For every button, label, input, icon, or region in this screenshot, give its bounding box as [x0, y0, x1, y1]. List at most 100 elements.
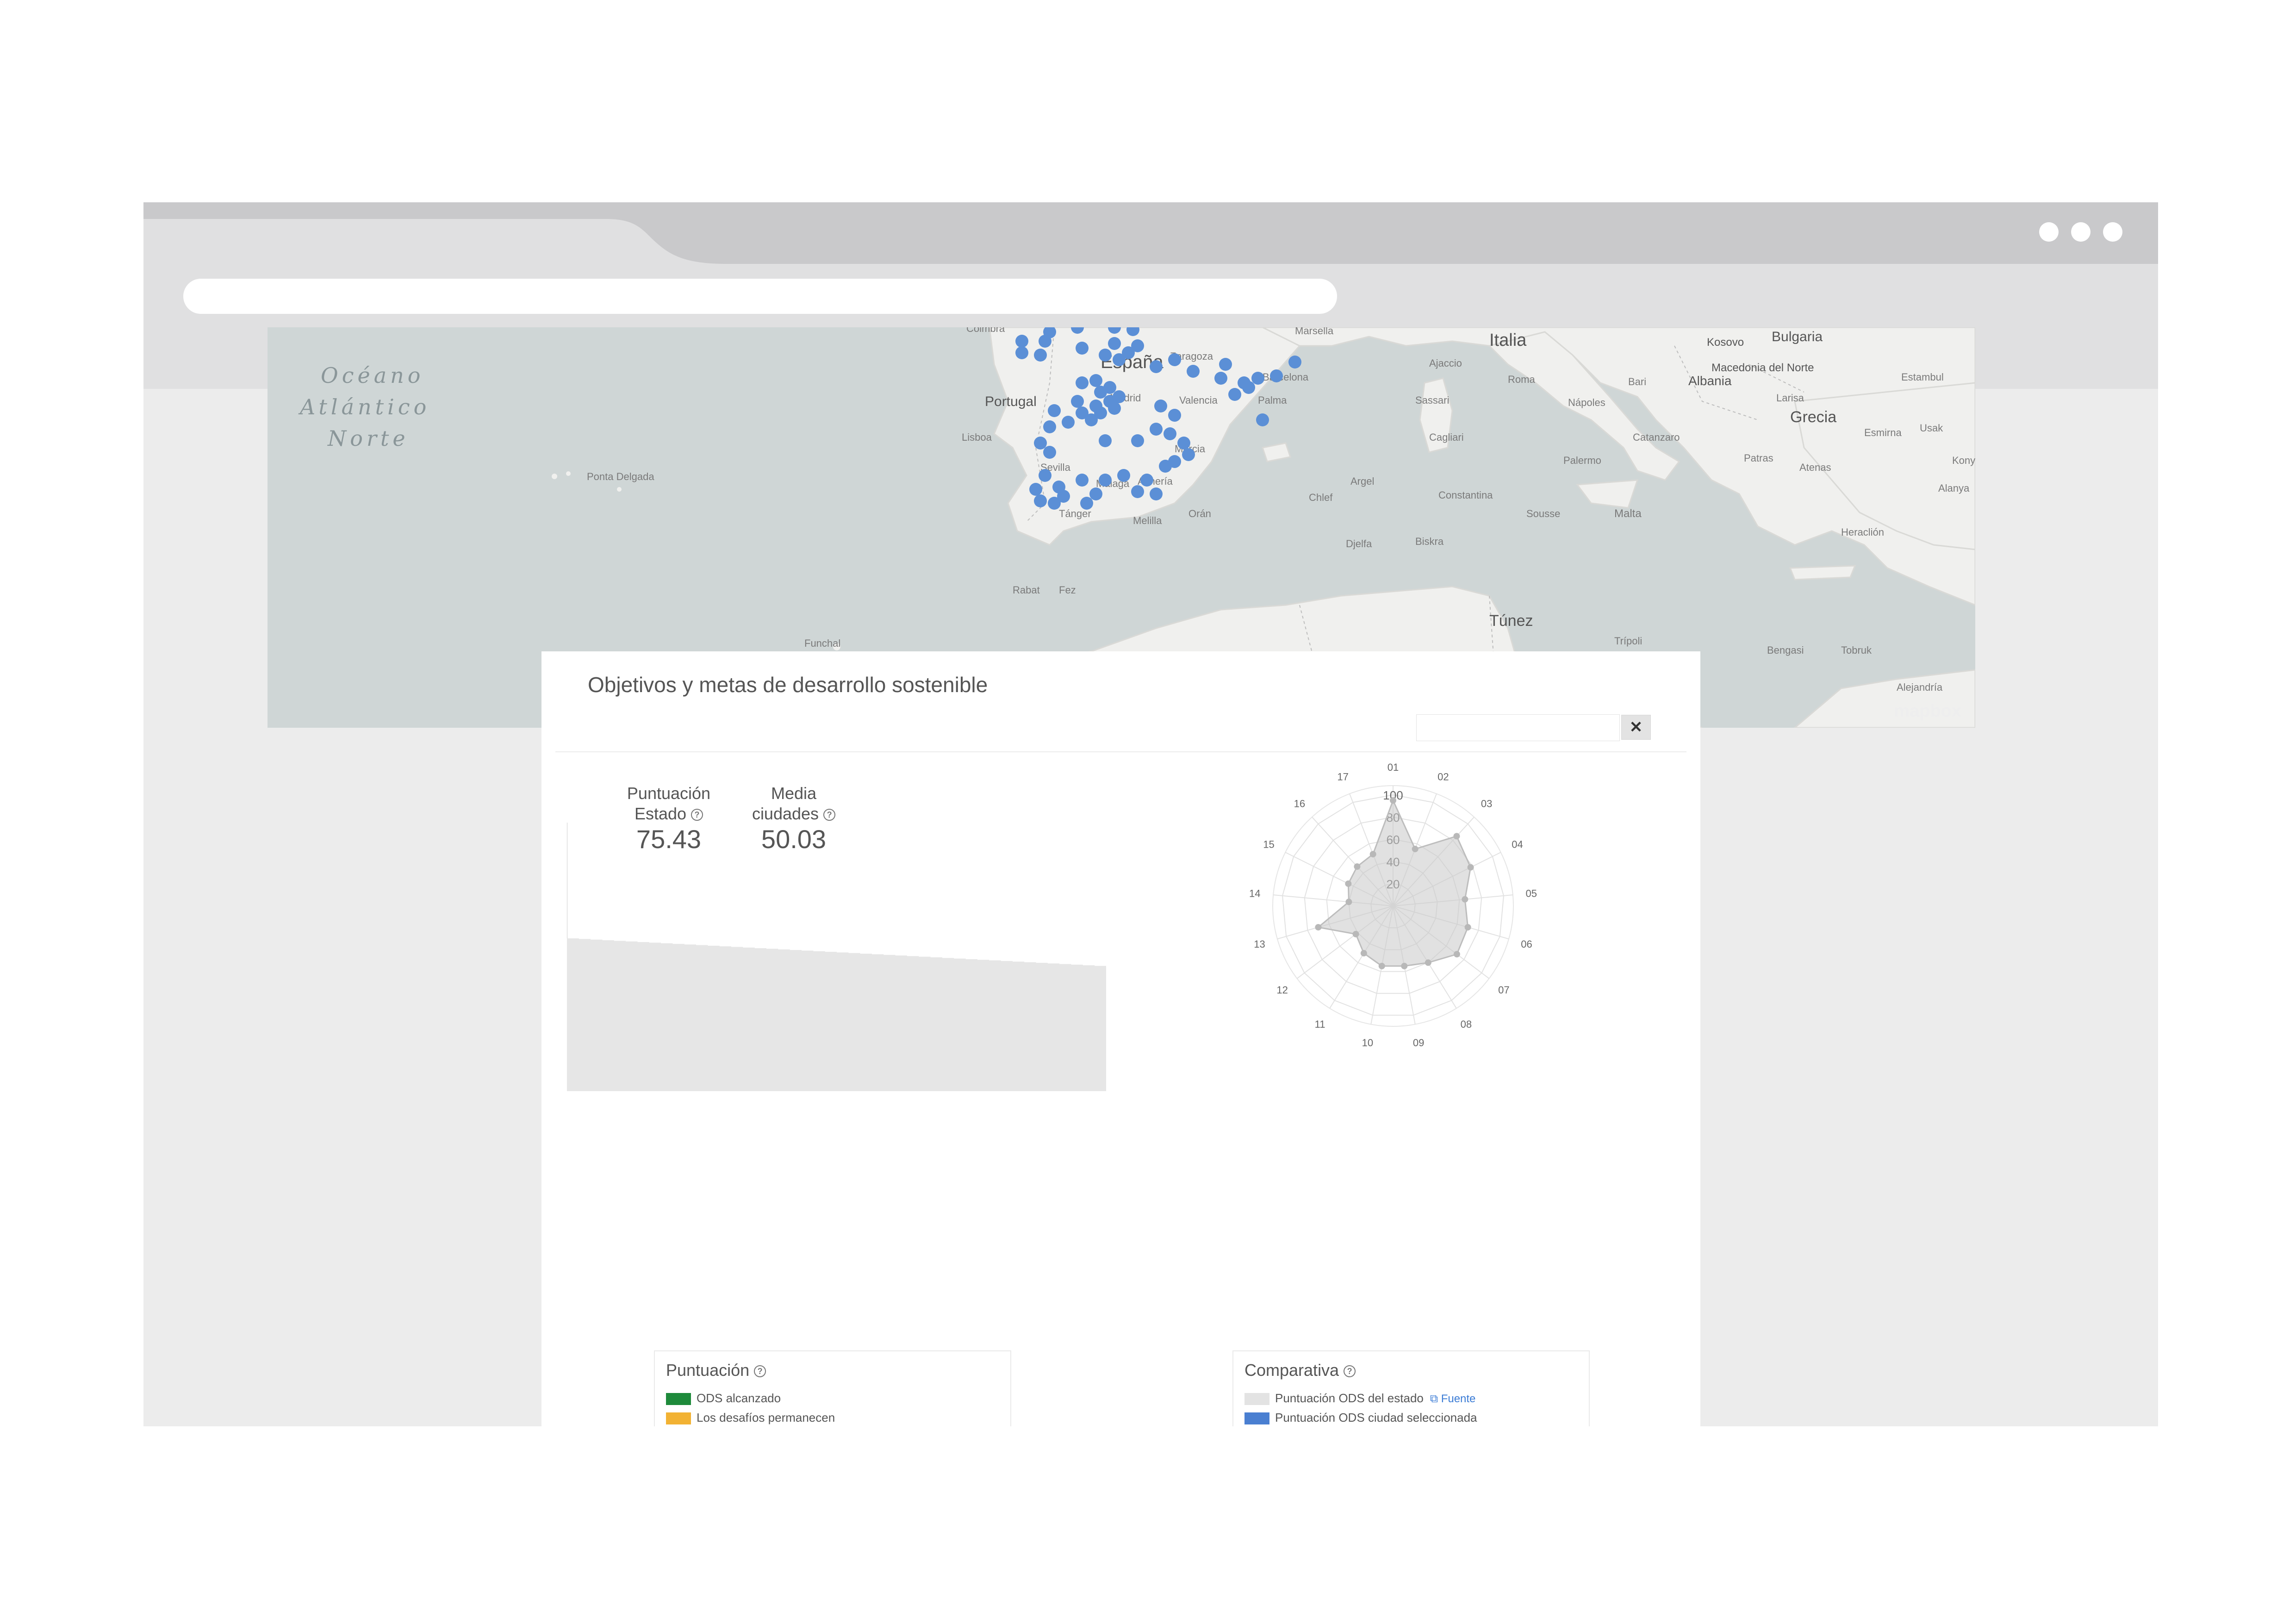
city-marker[interactable] — [1089, 487, 1102, 500]
city-marker[interactable] — [1080, 497, 1093, 510]
city-marker[interactable] — [1076, 406, 1089, 419]
city-marker[interactable] — [1071, 395, 1084, 408]
area-bar[interactable] — [696, 945, 708, 1091]
city-marker[interactable] — [1029, 483, 1042, 496]
city-marker[interactable] — [1228, 388, 1241, 401]
city-marker[interactable] — [1219, 358, 1232, 371]
area-bar[interactable] — [707, 945, 720, 1091]
area-bar[interactable] — [742, 947, 755, 1091]
area-bar[interactable] — [567, 938, 579, 1091]
area-bar[interactable] — [907, 956, 919, 1091]
city-marker[interactable] — [1150, 487, 1163, 500]
city-marker[interactable] — [1177, 437, 1190, 450]
area-bar[interactable] — [848, 953, 860, 1091]
city-marker[interactable] — [1113, 353, 1126, 366]
city-marker[interactable] — [1256, 413, 1269, 426]
ranking-area-chart[interactable] — [567, 823, 1106, 1091]
area-bar[interactable] — [637, 942, 649, 1091]
area-bar[interactable] — [660, 943, 673, 1091]
radar-point[interactable] — [1360, 950, 1367, 957]
area-bar[interactable] — [918, 956, 931, 1091]
area-bar[interactable] — [790, 950, 802, 1091]
city-marker[interactable] — [1094, 406, 1107, 419]
radar-series[interactable] — [1316, 799, 1472, 967]
area-bar[interactable] — [1083, 965, 1095, 1091]
area-bar[interactable] — [801, 950, 814, 1091]
city-marker[interactable] — [1076, 474, 1089, 487]
city-marker[interactable] — [1131, 339, 1144, 352]
radar-point[interactable] — [1462, 896, 1468, 903]
city-marker[interactable] — [1150, 360, 1163, 373]
city-marker[interactable] — [1113, 390, 1126, 403]
city-marker[interactable] — [1108, 402, 1121, 415]
help-icon[interactable]: ? — [823, 809, 836, 821]
area-bar[interactable] — [602, 940, 614, 1091]
window-control-dot[interactable] — [2071, 222, 2091, 242]
city-marker[interactable] — [1048, 404, 1061, 417]
area-bar[interactable] — [1071, 964, 1083, 1091]
area-bar[interactable] — [766, 949, 778, 1091]
area-bar[interactable] — [731, 947, 743, 1091]
city-marker[interactable] — [1034, 437, 1047, 450]
city-marker[interactable] — [1057, 490, 1070, 503]
radar-point[interactable] — [1464, 924, 1471, 931]
radar-point[interactable] — [1345, 880, 1352, 887]
window-control-dot[interactable] — [2039, 222, 2059, 242]
city-marker[interactable] — [1076, 342, 1089, 355]
city-marker[interactable] — [1108, 327, 1121, 334]
city-marker[interactable] — [1071, 327, 1084, 334]
help-icon[interactable]: ? — [754, 1365, 766, 1378]
address-bar[interactable] — [183, 279, 1337, 314]
city-marker[interactable] — [1159, 460, 1172, 473]
city-marker[interactable] — [1034, 494, 1047, 507]
area-bar[interactable] — [930, 957, 942, 1091]
radar-point[interactable] — [1453, 951, 1460, 958]
clear-button[interactable]: ✕ — [1621, 715, 1651, 740]
city-marker[interactable] — [1043, 446, 1056, 459]
city-marker[interactable] — [1015, 335, 1028, 348]
help-icon[interactable]: ? — [1344, 1365, 1356, 1378]
city-marker[interactable] — [1076, 376, 1089, 389]
city-marker[interactable] — [1187, 365, 1200, 378]
city-marker[interactable] — [1089, 374, 1102, 387]
area-bar[interactable] — [719, 946, 732, 1091]
area-bar[interactable] — [1001, 961, 1013, 1091]
area-bar[interactable] — [684, 944, 697, 1091]
city-marker[interactable] — [1108, 337, 1121, 350]
city-marker[interactable] — [1117, 469, 1130, 482]
city-marker[interactable] — [1182, 448, 1195, 461]
city-marker[interactable] — [1270, 369, 1283, 382]
area-bar[interactable] — [942, 958, 954, 1091]
area-bar[interactable] — [989, 960, 1001, 1091]
area-bar[interactable] — [590, 939, 603, 1091]
city-marker[interactable] — [1099, 349, 1112, 362]
radar-point[interactable] — [1369, 851, 1376, 858]
area-bar[interactable] — [1036, 962, 1048, 1091]
city-marker[interactable] — [1168, 409, 1181, 422]
area-bar[interactable] — [883, 955, 896, 1091]
area-bar[interactable] — [836, 952, 849, 1091]
mapbox-logo[interactable]: mapbox — [1894, 701, 1961, 721]
area-bar[interactable] — [871, 954, 884, 1091]
radar-point[interactable] — [1352, 931, 1359, 937]
area-bar[interactable] — [1094, 966, 1106, 1091]
city-marker[interactable] — [1150, 423, 1163, 436]
area-bar[interactable] — [1059, 964, 1071, 1091]
city-marker[interactable] — [1168, 353, 1181, 366]
city-marker[interactable] — [1126, 327, 1139, 336]
radar-chart[interactable]: 0102030405060708091011121314151617204060… — [1250, 762, 1537, 1073]
search-input[interactable] — [1416, 714, 1620, 741]
area-bar[interactable] — [614, 941, 626, 1091]
city-marker[interactable] — [1288, 356, 1301, 369]
radar-point[interactable] — [1354, 863, 1361, 870]
area-bar[interactable] — [953, 958, 966, 1091]
area-bar[interactable] — [625, 941, 638, 1091]
area-bar[interactable] — [1012, 962, 1025, 1091]
area-bar[interactable] — [977, 960, 989, 1091]
radar-point[interactable] — [1467, 864, 1474, 871]
city-marker[interactable] — [1154, 400, 1167, 412]
area-bar[interactable] — [813, 951, 825, 1091]
area-bar[interactable] — [860, 954, 872, 1091]
city-marker[interactable] — [1103, 381, 1116, 394]
area-bar[interactable] — [778, 949, 790, 1091]
